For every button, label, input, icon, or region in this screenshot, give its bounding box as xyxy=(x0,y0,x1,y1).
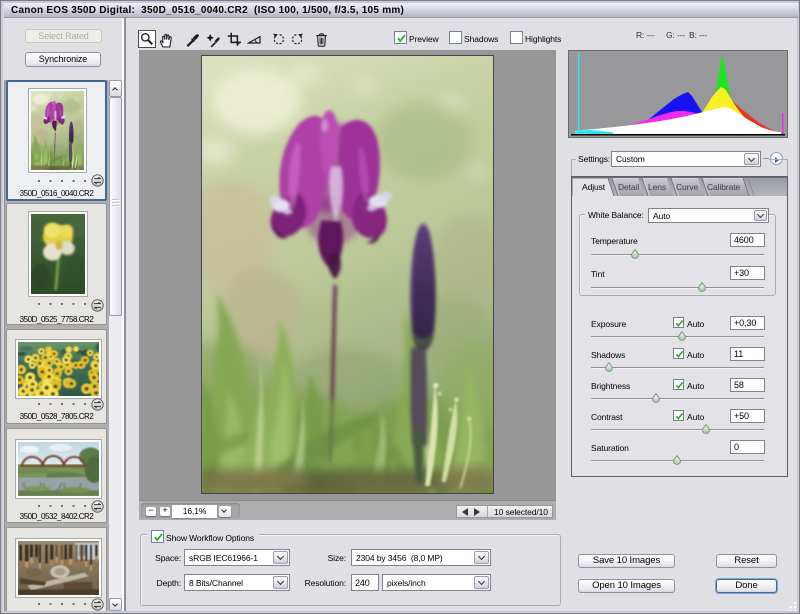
svg-text:Adjust: Adjust xyxy=(582,182,606,192)
svg-text:Lens: Lens xyxy=(648,182,666,192)
svg-text:Detail: Detail xyxy=(618,182,639,192)
svg-text:Calibrate: Calibrate xyxy=(707,182,740,192)
svg-text:Curve: Curve xyxy=(676,182,699,192)
